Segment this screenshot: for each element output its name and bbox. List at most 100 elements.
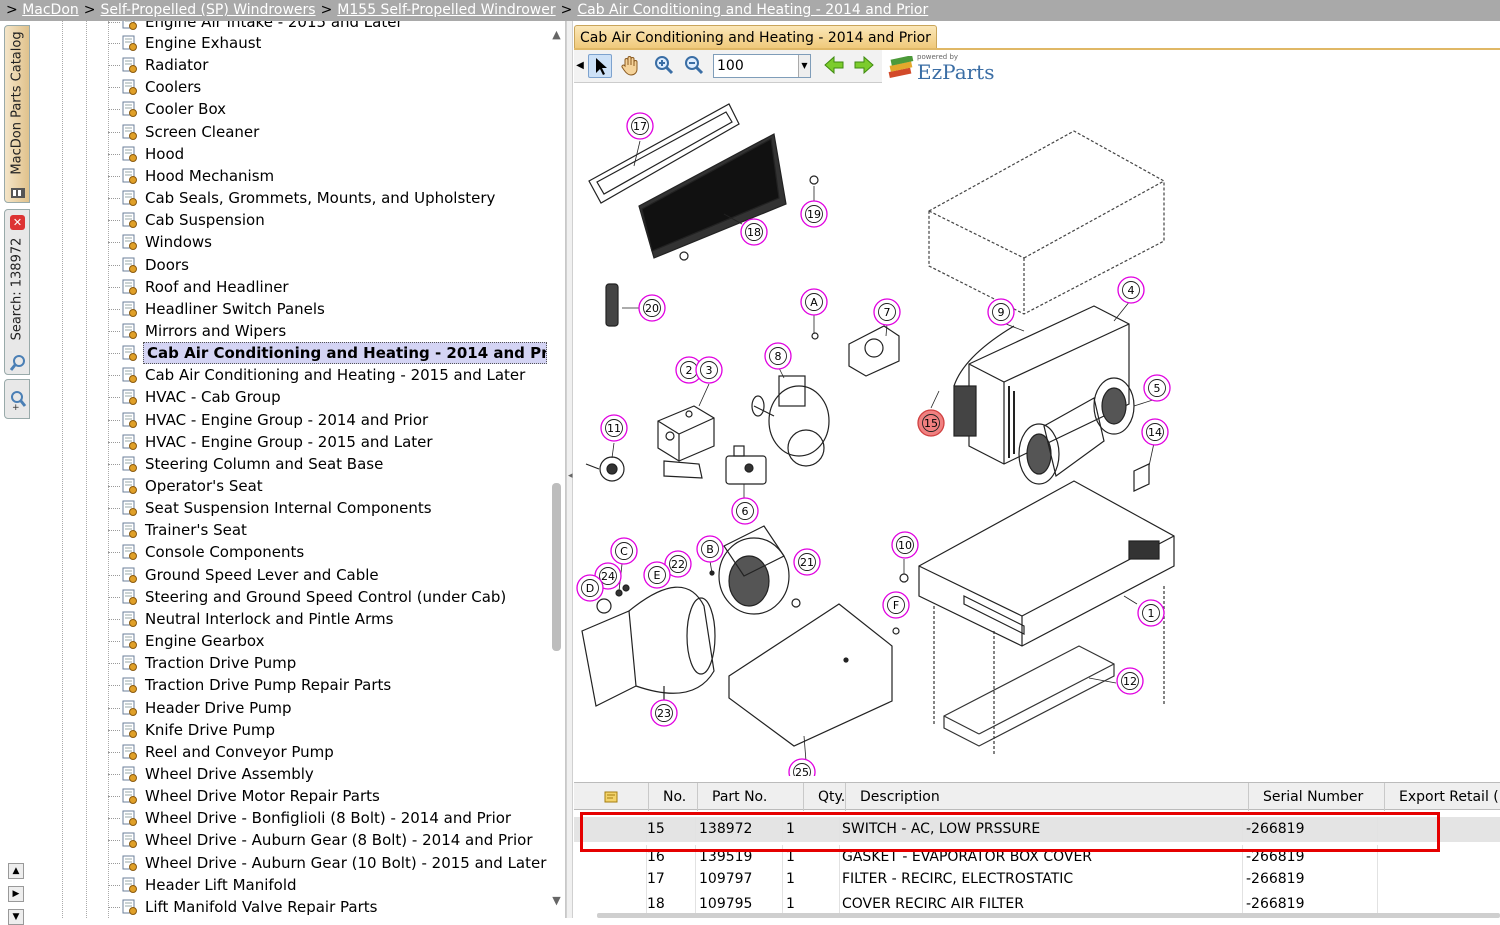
zoom-in-button[interactable]: [652, 54, 676, 78]
callout-8[interactable]: 8: [764, 342, 792, 370]
panel-splitter[interactable]: ◂: [566, 21, 573, 918]
tree-item[interactable]: Engine Gearbox: [108, 630, 548, 652]
pan-hand-button[interactable]: [618, 54, 642, 78]
tree-item[interactable]: Coolers: [108, 76, 548, 98]
parts-diagram[interactable]: 17 18 19 20 A 7 9 4 2 3 8 5 15 11 14 6 C B 24 22 E 21 10 D F 1 12 2…: [574, 86, 1494, 776]
zoom-out-button[interactable]: [682, 54, 706, 78]
callout-20[interactable]: 20: [638, 294, 666, 322]
tree-item[interactable]: Hood Mechanism: [108, 165, 548, 187]
tree-item[interactable]: Operator's Seat: [108, 475, 548, 497]
column-header-no[interactable]: No.: [648, 783, 697, 811]
callout-D[interactable]: D: [576, 574, 604, 602]
previous-button[interactable]: [822, 54, 846, 78]
tree-item[interactable]: Lift Manifold Valve Repair Parts: [108, 896, 548, 918]
callout-1[interactable]: 1: [1137, 599, 1165, 627]
tree-item[interactable]: Traction Drive Pump: [108, 652, 548, 674]
tree-item[interactable]: Steering and Ground Speed Control (under…: [108, 586, 548, 608]
tree-scroll-down-icon[interactable]: ▼: [550, 894, 563, 907]
callout-11[interactable]: 11: [600, 414, 628, 442]
tree-item[interactable]: Wheel Drive Motor Repair Parts: [108, 785, 548, 807]
table-row[interactable]: 17 109797 1 FILTER - RECIRC, ELECTROSTATIC -…: [574, 867, 1500, 892]
callout-E[interactable]: E: [643, 561, 671, 589]
tree-scroll-up-icon[interactable]: ▲: [550, 28, 563, 41]
tree-item[interactable]: Trainer's Seat: [108, 519, 548, 541]
tree-item[interactable]: Seat Suspension Internal Components: [108, 497, 548, 519]
zoom-search-tab[interactable]: +: [4, 379, 30, 419]
tree-item[interactable]: Mirrors and Wipers: [108, 320, 548, 342]
callout-15[interactable]: 15: [917, 409, 945, 437]
tree-item[interactable]: Steering Column and Seat Base: [108, 453, 548, 475]
callout-9[interactable]: 9: [987, 298, 1015, 326]
callout-19[interactable]: 19: [800, 200, 828, 228]
scroll-up-icon[interactable]: ▲: [8, 863, 24, 879]
tree-item[interactable]: Cab Seals, Grommets, Mounts, and Upholst…: [108, 187, 548, 209]
tree-item[interactable]: Wheel Drive - Auburn Gear (10 Bolt) - 20…: [108, 852, 548, 874]
tree-item[interactable]: Wheel Drive - Bonfiglioli (8 Bolt) - 201…: [108, 807, 548, 829]
tree-item[interactable]: Cooler Box: [108, 98, 548, 120]
column-header-part-no[interactable]: Part No.: [697, 783, 803, 811]
tree-item[interactable]: Header Lift Manifold: [108, 874, 548, 896]
table-row[interactable]: 15 138972 1 SWITCH - AC, LOW PRSSURE -266819: [574, 817, 1500, 842]
tree-item[interactable]: Wheel Drive - Auburn Gear (8 Bolt) - 201…: [108, 829, 548, 851]
callout-7[interactable]: 7: [873, 298, 901, 326]
callout-B[interactable]: B: [696, 535, 724, 563]
close-icon[interactable]: ✕: [10, 215, 25, 230]
tree-item[interactable]: Console Components: [108, 541, 548, 563]
diagram-tab[interactable]: Cab Air Conditioning and Heating - 2014 …: [574, 25, 937, 49]
callout-21[interactable]: 21: [793, 548, 821, 576]
tree-item[interactable]: HVAC - Cab Group: [108, 386, 548, 408]
callout-25[interactable]: 25: [788, 758, 816, 776]
tree-item[interactable]: Cab Air Conditioning and Heating - 2014 …: [108, 342, 548, 365]
tree-item[interactable]: Doors: [108, 254, 548, 276]
callout-F[interactable]: F: [882, 591, 910, 619]
tree-item[interactable]: Ground Speed Lever and Cable: [108, 564, 548, 586]
tree-item[interactable]: HVAC - Engine Group - 2015 and Later: [108, 431, 548, 453]
search-tab[interactable]: ✕ Search: 138972: [4, 209, 30, 375]
catalog-tab[interactable]: MacDon Parts Catalog: [4, 25, 30, 203]
callout-10[interactable]: 10: [891, 531, 919, 559]
callout-A[interactable]: A: [800, 288, 828, 316]
breadcrumb-link-cab-ac[interactable]: Cab Air Conditioning and Heating - 2014 …: [577, 2, 928, 18]
splitter-grip-icon[interactable]: ◂: [568, 471, 573, 481]
tree-item[interactable]: Knife Drive Pump: [108, 719, 548, 741]
note-column-header[interactable]: [574, 783, 648, 811]
tree-scroll-thumb[interactable]: [552, 483, 561, 651]
breadcrumb-link-m155[interactable]: M155 Self-Propelled Windrower: [337, 2, 555, 18]
tree-item[interactable]: Windows: [108, 231, 548, 253]
callout-18[interactable]: 18: [740, 218, 768, 246]
callout-23[interactable]: 23: [650, 699, 678, 727]
callout-4[interactable]: 4: [1117, 276, 1145, 304]
tree-item[interactable]: Radiator: [108, 54, 548, 76]
toolbar-scroll-left-icon[interactable]: ◀: [574, 54, 586, 78]
next-button[interactable]: [852, 54, 876, 78]
tree-item[interactable]: Cab Air Conditioning and Heating - 2015 …: [108, 364, 548, 386]
callout-6[interactable]: 6: [731, 497, 759, 525]
tree-item[interactable]: HVAC - Engine Group - 2014 and Prior: [108, 409, 548, 431]
tree-item[interactable]: Neutral Interlock and Pintle Arms: [108, 608, 548, 630]
breadcrumb-link-macdon[interactable]: MacDon: [22, 2, 79, 18]
callout-3[interactable]: 3: [695, 356, 723, 384]
column-header-description[interactable]: Description: [845, 783, 1248, 811]
callout-14[interactable]: 14: [1141, 418, 1169, 446]
tree-item[interactable]: Roof and Headliner: [108, 276, 548, 298]
tree-item[interactable]: Header Drive Pump: [108, 697, 548, 719]
callout-17[interactable]: 17: [626, 112, 654, 140]
callout-5[interactable]: 5: [1143, 374, 1171, 402]
tree-item[interactable]: Wheel Drive Assembly: [108, 763, 548, 785]
scroll-down-icon[interactable]: ▼: [8, 909, 24, 925]
zoom-level-input[interactable]: 100: [713, 54, 811, 78]
tree-item[interactable]: Reel and Conveyor Pump: [108, 741, 548, 763]
breadcrumb-link-sp-windrowers[interactable]: Self-Propelled (SP) Windrowers: [101, 2, 316, 18]
tree-scrollbar[interactable]: ▲ ▼: [549, 28, 564, 911]
column-header-serial-number[interactable]: Serial Number: [1248, 783, 1384, 811]
zoom-dropdown-chevron-icon[interactable]: ▼: [798, 55, 810, 77]
tree-item[interactable]: Cab Suspension: [108, 209, 548, 231]
callout-12[interactable]: 12: [1116, 667, 1144, 695]
column-header-qty[interactable]: Qty.: [803, 783, 845, 811]
tree-item[interactable]: Screen Cleaner: [108, 121, 548, 143]
tree-item[interactable]: Hood: [108, 143, 548, 165]
select-pointer-button[interactable]: [588, 54, 612, 78]
tree-item[interactable]: Traction Drive Pump Repair Parts: [108, 674, 548, 696]
tree-item[interactable]: Headliner Switch Panels: [108, 298, 548, 320]
scroll-right-icon[interactable]: ▶: [8, 886, 24, 902]
